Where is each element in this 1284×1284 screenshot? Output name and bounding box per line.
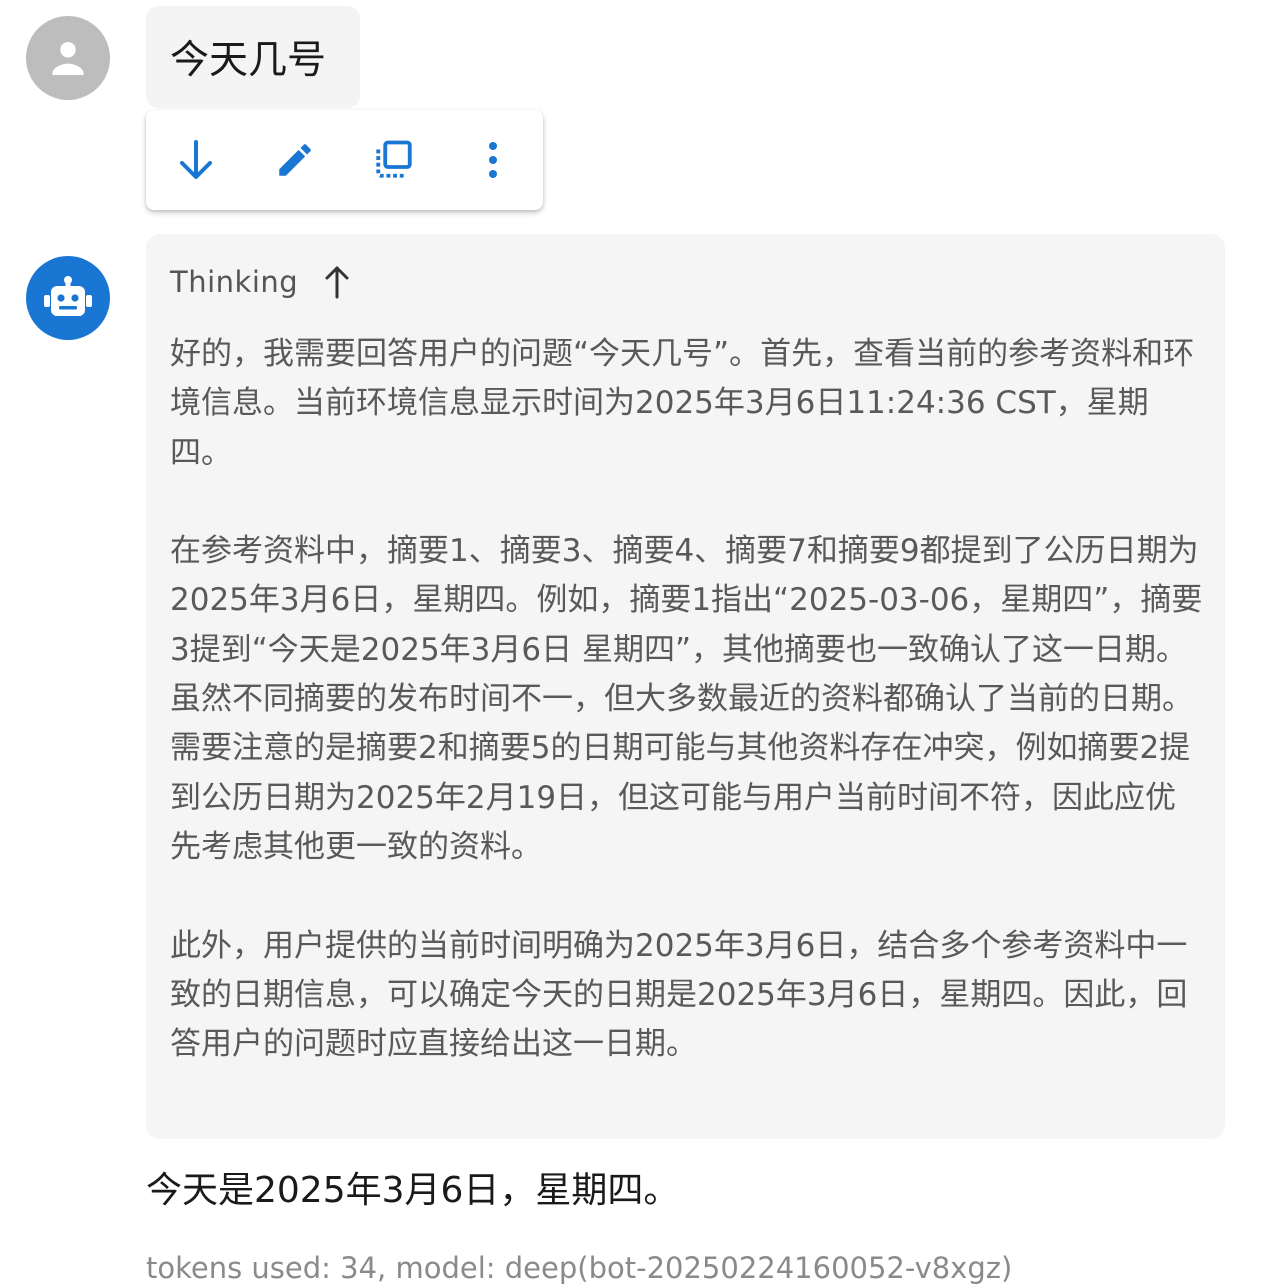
bot-avatar xyxy=(26,256,110,340)
thinking-paragraph: 好的，我需要回答用户的问题“今天几号”。首先，查看当前的参考资料和环境信息。当前… xyxy=(170,336,1195,471)
chat-page: 今天几号 Thinking 好的，我需要回答用户的问题“今天几号”。首先，查看当… xyxy=(0,0,1284,1284)
thinking-paragraph: 此外，用户提供的当前时间明确为2025年3月6日，结合多个参考资料中一致的日期信… xyxy=(170,927,1188,1063)
edit-button[interactable] xyxy=(267,132,323,188)
more-options-button[interactable] xyxy=(465,132,521,188)
download-button[interactable] xyxy=(168,132,224,188)
thinking-toggle[interactable]: Thinking xyxy=(170,262,350,302)
thinking-panel: Thinking 好的，我需要回答用户的问题“今天几号”。首先，查看当前的参考资… xyxy=(146,234,1225,1139)
copy-icon xyxy=(376,140,412,178)
bot-answer-text: 今天是2025年3月6日，星期四。 xyxy=(146,1170,680,1211)
arrow-up-icon xyxy=(325,266,349,299)
robot-icon xyxy=(44,276,92,316)
more-vertical-icon xyxy=(489,142,497,178)
person-icon xyxy=(52,42,84,76)
copy-button[interactable] xyxy=(366,132,422,188)
thinking-content: 好的，我需要回答用户的问题“今天几号”。首先，查看当前的参考资料和环境信息。当前… xyxy=(170,330,1206,1069)
thinking-paragraph: 在参考资料中，摘要1、摘要3、摘要4、摘要7和摘要9都提到了公历日期为2025年… xyxy=(170,533,1203,865)
pencil-icon xyxy=(279,144,311,176)
arrow-down-icon xyxy=(180,140,212,179)
user-avatar xyxy=(26,16,110,100)
message-action-toolbar xyxy=(146,110,543,210)
thinking-label: Thinking xyxy=(170,265,299,299)
token-usage-info: tokens used: 34, model: deep(bot-2025022… xyxy=(146,1251,1013,1284)
user-message-text: 今天几号 xyxy=(170,38,327,83)
user-message-bubble: 今天几号 xyxy=(146,6,360,108)
